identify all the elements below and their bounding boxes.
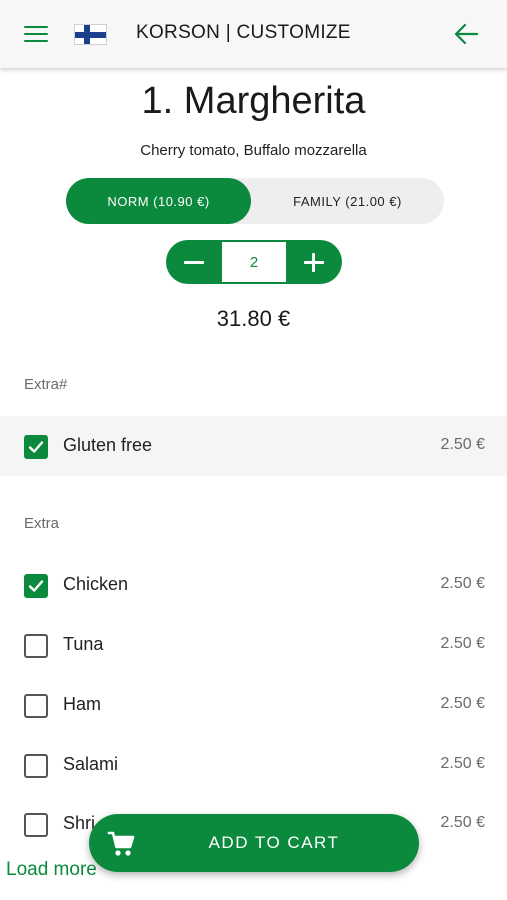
increase-quantity-button[interactable] [286,240,342,284]
size-option-family[interactable]: FAMILY (21.00 €) [251,178,444,224]
quantity-stepper [166,240,342,284]
checkbox-unchecked[interactable] [24,754,48,778]
product-description: Cherry tomato, Buffalo mozzarella [140,142,367,159]
checkbox-unchecked[interactable] [24,634,48,658]
checkbox-checked[interactable] [24,574,48,598]
option-row-gluten-free[interactable]: Gluten free 2.50 € [0,416,507,476]
option-price: 2.50 € [440,814,485,831]
add-to-cart-button[interactable]: ADD TO CART [89,814,419,872]
finland-flag-icon[interactable] [74,24,107,45]
hamburger-menu-icon[interactable] [24,23,48,45]
checkbox-unchecked[interactable] [24,813,48,837]
option-row-tuna[interactable]: Tuna 2.50 € [0,615,507,675]
option-price: 2.50 € [440,436,485,453]
option-row-salami[interactable]: Salami 2.50 € [0,735,507,795]
group-label-extra: Extra [24,515,60,532]
option-row-chicken[interactable]: Chicken 2.50 € [0,555,507,615]
arrow-left-icon[interactable] [453,22,479,46]
total-price: 31.80 € [216,306,291,331]
size-toggle: NORM (10.90 €) FAMILY (21.00 €) [66,178,444,224]
shopping-cart-icon [107,830,137,858]
decrease-quantity-button[interactable] [166,240,222,284]
quantity-input[interactable] [222,242,286,282]
checkbox-checked[interactable] [24,435,48,459]
add-to-cart-label: ADD TO CART [208,833,340,852]
page-title: KORSON | CUSTOMIZE [136,22,351,43]
option-name: Chicken [63,574,129,594]
option-price: 2.50 € [440,755,485,772]
size-option-norm[interactable]: NORM (10.90 €) [66,178,251,224]
option-name: Salami [63,754,119,774]
option-name: Tuna [63,634,104,654]
option-name: Shri [63,813,96,833]
load-more-link[interactable]: Load more [6,859,97,881]
group-label-extra-hash: Extra# [24,376,68,393]
app-bar: KORSON | CUSTOMIZE [0,0,507,68]
product-title: 1. Margherita [141,80,366,122]
checkbox-unchecked[interactable] [24,694,48,718]
minus-icon [184,261,204,264]
option-name: Gluten free [63,435,153,455]
option-name: Ham [63,694,102,714]
option-row-ham[interactable]: Ham 2.50 € [0,675,507,735]
option-price: 2.50 € [440,695,485,712]
option-price: 2.50 € [440,575,485,592]
option-price: 2.50 € [440,635,485,652]
